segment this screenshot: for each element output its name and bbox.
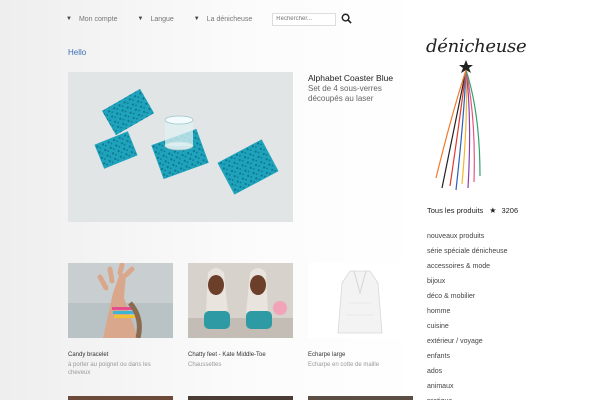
nav-item-account[interactable]: ▼ Mon compte (66, 16, 117, 23)
ribbons-illustration (435, 60, 481, 191)
star-icon: ★ (489, 206, 497, 215)
product-card[interactable]: Candy bracelet à porter au poignet ou da… (68, 263, 173, 376)
search-button[interactable] (341, 13, 353, 25)
all-products-label: Tous les produits (427, 206, 484, 215)
product-description: à porter au poignet ou dans les cheveux (68, 362, 151, 376)
featured-product-title[interactable]: Alphabet Coaster Blue (308, 73, 393, 83)
category-item[interactable]: pratique (427, 394, 508, 400)
socks-photo (188, 263, 293, 338)
category-item[interactable]: enfants (427, 349, 508, 364)
caret-down-icon: ▼ (66, 16, 72, 22)
scarf-photo (308, 263, 413, 338)
category-item[interactable]: homme (427, 304, 508, 319)
nav-item-label: La dénicheuse (206, 15, 253, 23)
nav-item-label: Mon compte (78, 15, 118, 23)
coasters-photo (68, 72, 293, 222)
product-name[interactable]: Chatty feet - Kate Middle-Toe (188, 352, 266, 358)
search-icon (341, 13, 352, 24)
product-thumbnail[interactable] (188, 263, 293, 338)
category-item[interactable]: accessoires & mode (427, 259, 508, 274)
product-name[interactable]: Candy bracelet (68, 352, 108, 358)
category-item[interactable]: bijoux (427, 274, 508, 289)
product-thumbnail-partial[interactable] (188, 396, 293, 400)
product-card[interactable]: Echarpe large Echarpe en cotte de maille (308, 263, 413, 368)
featured-product-image[interactable] (68, 72, 293, 222)
category-item[interactable]: cuisine (427, 319, 508, 334)
category-item[interactable]: ados (427, 364, 508, 379)
top-navigation: ▼ Mon compte ▼ Langue ▼ La dénicheuse (66, 12, 353, 26)
caret-down-icon: ▼ (137, 16, 144, 22)
nav-item-language[interactable]: ▼ Langue (137, 16, 173, 23)
site-logo[interactable]: dénicheuse (426, 36, 527, 57)
product-name[interactable]: Echarpe large (308, 352, 345, 358)
product-thumbnail[interactable] (308, 263, 413, 338)
product-thumbnail-partial[interactable] (308, 396, 413, 400)
bracelet-photo (68, 263, 173, 338)
nav-item-label: Langue (150, 15, 174, 23)
product-description: Chaussettes (188, 362, 222, 368)
all-products-count: 3206 (501, 206, 519, 215)
all-products-link[interactable]: Tous les produits ★ 3206 (427, 206, 518, 215)
product-thumbnail-partial[interactable] (68, 396, 173, 400)
hello-link[interactable]: Hello (68, 48, 86, 57)
featured-product-subtitle: Set de 4 sous-verres découpés au laser (308, 84, 382, 103)
category-item[interactable]: animaux (427, 379, 508, 394)
category-item[interactable]: série spéciale dénicheuse (427, 244, 508, 259)
category-item[interactable]: extérieur / voyage (427, 334, 508, 349)
category-item[interactable]: déco & mobilier (427, 289, 508, 304)
product-description: Echarpe en cotte de maille (308, 362, 380, 368)
category-item[interactable]: nouveaux produits (427, 229, 508, 244)
category-list: nouveaux produits série spéciale déniche… (427, 229, 508, 400)
product-thumbnail[interactable] (68, 263, 173, 338)
caret-down-icon: ▼ (193, 16, 200, 22)
search-input[interactable] (272, 12, 337, 26)
product-card[interactable]: Chatty feet - Kate Middle-Toe Chaussette… (188, 263, 293, 368)
nav-item-about[interactable]: ▼ La dénicheuse (194, 16, 253, 23)
